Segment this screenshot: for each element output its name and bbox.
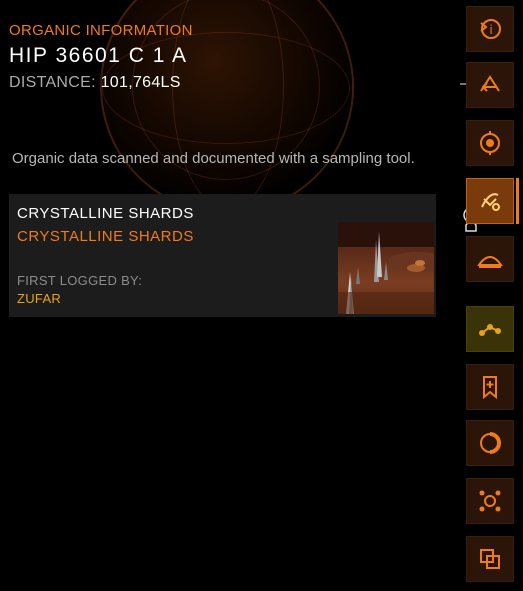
rail-bookmark-button[interactable] bbox=[466, 364, 514, 410]
rail-galaxy-map-button[interactable] bbox=[466, 536, 514, 582]
rail-system-map-button[interactable] bbox=[466, 478, 514, 524]
distance-readout: DISTANCE: 101,764LS bbox=[9, 74, 193, 92]
landing-pad-icon bbox=[480, 75, 500, 92]
rail-info-button[interactable]: i bbox=[466, 6, 514, 52]
rail-organic-button[interactable] bbox=[466, 178, 514, 224]
distance-value: 101,764LS bbox=[100, 74, 181, 91]
first-logged-value: ZUFAR bbox=[17, 291, 62, 306]
rail-terrain-button[interactable] bbox=[466, 236, 514, 282]
moon-icon bbox=[480, 432, 501, 454]
organic-entry-card[interactable]: CRYSTALLINE SHARDS CRYSTALLINE SHARDS FI… bbox=[9, 194, 436, 317]
target-icon bbox=[480, 131, 500, 155]
crystalline-shards-thumbnail bbox=[338, 222, 434, 314]
species-name: CRYSTALLINE SHARDS bbox=[17, 205, 194, 222]
first-logged-label: FIRST LOGGED BY: bbox=[17, 273, 143, 288]
info-icon: i bbox=[480, 19, 501, 39]
distance-label: DISTANCE: bbox=[9, 74, 96, 91]
organic-description: Organic data scanned and documented with… bbox=[12, 150, 415, 167]
rail-target-button[interactable] bbox=[466, 120, 514, 166]
genus-name: CRYSTALLINE SHARDS bbox=[17, 228, 194, 245]
section-title: ORGANIC INFORMATION bbox=[9, 22, 193, 39]
info-header: ORGANIC INFORMATION HIP 36601 C 1 A DIST… bbox=[9, 22, 193, 92]
bookmark-icon bbox=[483, 376, 497, 400]
galaxy-map-icon bbox=[480, 549, 500, 569]
rail-route-button[interactable] bbox=[466, 306, 514, 352]
organic-scan-icon bbox=[481, 193, 500, 211]
terrain-icon bbox=[477, 256, 503, 268]
system-name: HIP 36601 C 1 A bbox=[9, 44, 188, 67]
system-map-icon bbox=[479, 490, 501, 512]
rail-landing-button[interactable] bbox=[466, 62, 514, 108]
rail-moon-button[interactable] bbox=[466, 420, 514, 466]
svg-text:i: i bbox=[489, 23, 492, 37]
side-rail: i bbox=[463, 0, 523, 591]
route-icon bbox=[479, 324, 501, 336]
